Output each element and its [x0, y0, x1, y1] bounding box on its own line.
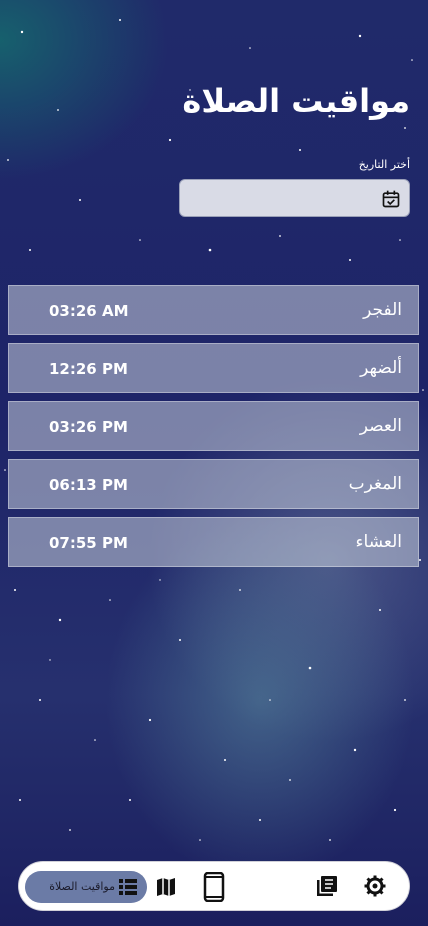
- prayer-name: المغرب: [348, 474, 402, 494]
- list-icon: [119, 879, 137, 895]
- date-picker-field[interactable]: [179, 179, 410, 217]
- phone-icon[interactable]: [203, 872, 225, 902]
- prayer-name: العشاء: [355, 532, 402, 552]
- prayer-name: ألضهر: [360, 358, 402, 378]
- prayer-row-maghrib: 06:13 PM المغرب: [8, 459, 419, 509]
- prayer-row-fajr: 03:26 AM الفجر: [8, 285, 419, 335]
- calendar-check-icon[interactable]: [381, 189, 401, 209]
- date-input[interactable]: [180, 180, 409, 216]
- page-title: مواقيت الصلاة: [182, 82, 410, 120]
- prayer-time: 06:13 PM: [49, 476, 128, 494]
- nav-item-label: مواقيت الصلاة: [49, 880, 115, 893]
- prayer-time: 12:26 PM: [49, 360, 128, 378]
- prayer-times-list: 03:26 AM الفجر 12:26 PM ألضهر 03:26 PM ا…: [8, 285, 419, 575]
- prayer-row-asr: 03:26 PM العصر: [8, 401, 419, 451]
- nav-item-prayer-times[interactable]: مواقيت الصلاة: [25, 871, 147, 903]
- map-icon[interactable]: [156, 877, 176, 897]
- settings-icon[interactable]: [364, 875, 386, 897]
- prayer-name: الفجر: [363, 300, 402, 320]
- prayer-time: 03:26 PM: [49, 418, 128, 436]
- book-icon[interactable]: [316, 875, 338, 897]
- bottom-navigation-bar: مواقيت الصلاة: [18, 861, 410, 911]
- prayer-time: 03:26 AM: [49, 302, 129, 320]
- prayer-row-dhuhr: 12:26 PM ألضهر: [8, 343, 419, 393]
- prayer-name: العصر: [359, 416, 402, 436]
- prayer-time: 07:55 PM: [49, 534, 128, 552]
- prayer-row-isha: 07:55 PM العشاء: [8, 517, 419, 567]
- date-picker-label: أختر التاريخ: [358, 158, 410, 171]
